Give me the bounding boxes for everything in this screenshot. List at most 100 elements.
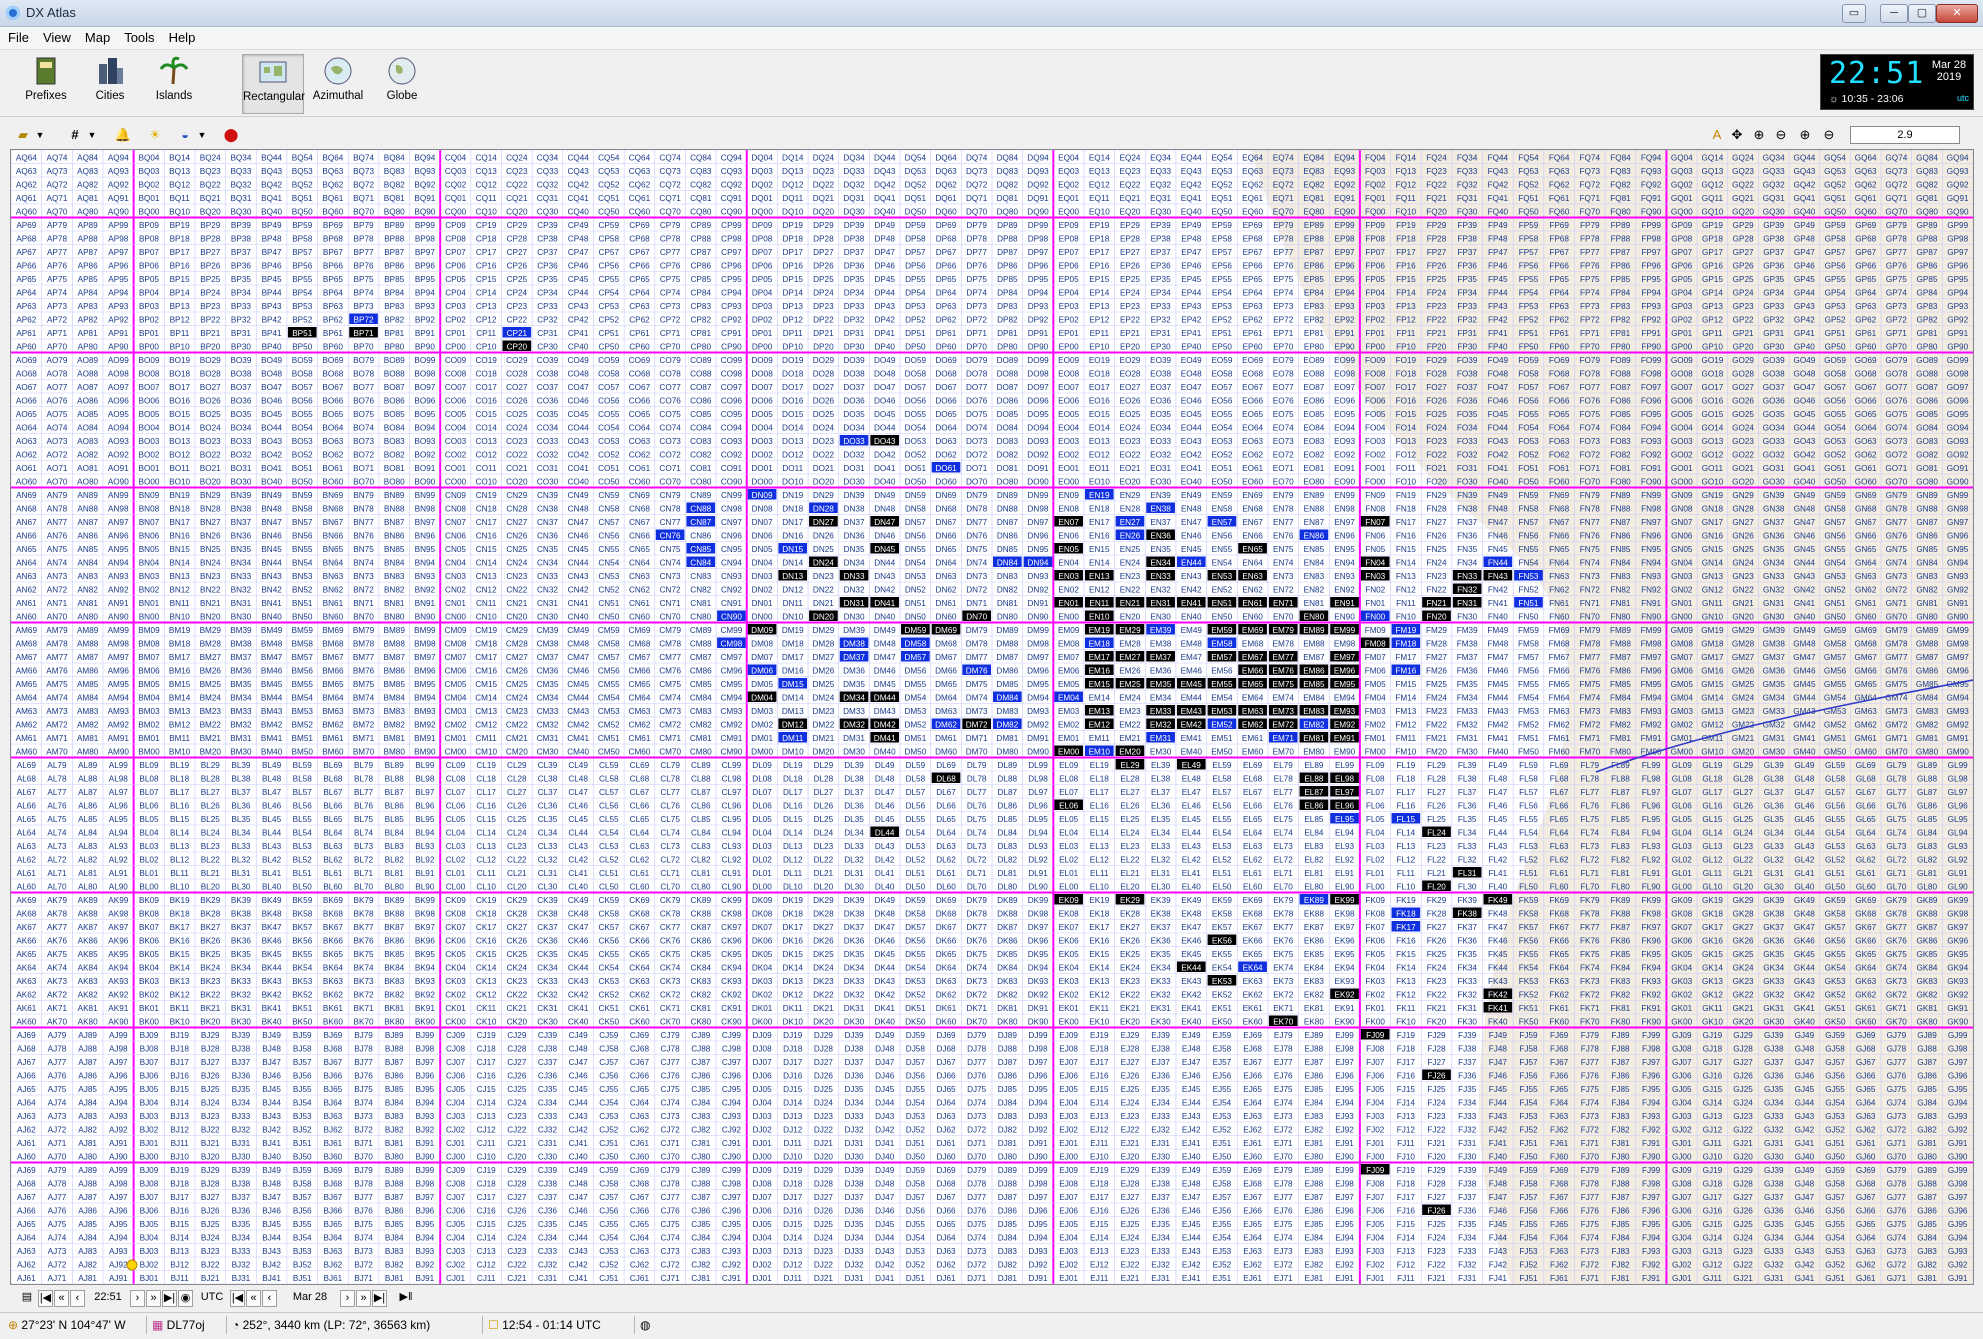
- grid-square-label: CM88: [690, 639, 712, 648]
- grid-square-label: AQ80: [77, 207, 98, 216]
- menu-tools[interactable]: Tools: [116, 27, 160, 45]
- grid-square-label: DK99: [1028, 896, 1049, 905]
- grid-square-label: DN37: [844, 518, 865, 527]
- grid-square-label: FK35: [1457, 950, 1477, 959]
- grid-square-label: DM14: [782, 693, 804, 702]
- grid-square-label: FN69: [1549, 491, 1569, 500]
- menu-file[interactable]: File: [0, 27, 35, 45]
- grid-square-label: CO58: [598, 369, 620, 378]
- grid-square-label: FP03: [1365, 302, 1385, 311]
- menu-view[interactable]: View: [35, 27, 77, 45]
- grid-square-label: GJ56: [1825, 1071, 1845, 1080]
- zoom-out-icon[interactable]: ⊖: [1772, 126, 1790, 144]
- menu-help[interactable]: Help: [161, 27, 202, 45]
- grid-square-label: FK71: [1580, 1004, 1600, 1013]
- grid-square-label: CO87: [690, 383, 712, 392]
- map-canvas[interactable]: AQ64 AQ74 AQ84 AQ94 BQ04 BQ14 BQ24 BQ34 BQ44 BQ54…: [11, 150, 1973, 1284]
- grid-square-label: DK36: [844, 936, 865, 945]
- menu-map[interactable]: Map: [77, 27, 116, 45]
- grid-square-label: BM81: [384, 734, 406, 743]
- grid-square-label: FM24: [1426, 693, 1447, 702]
- grid-square-label: GL86: [1917, 801, 1937, 810]
- grid-square-label: CP81: [691, 329, 712, 338]
- grid-square-label: EQ03: [1058, 167, 1079, 176]
- grid-square-label: BJ47: [262, 1058, 281, 1067]
- grid-square-label: GQ83: [1916, 167, 1938, 176]
- grid-square-label: EM32: [1150, 720, 1172, 729]
- pin-icon[interactable]: ⬤: [222, 126, 240, 144]
- grid-square-label: BO01: [138, 464, 159, 473]
- font-icon[interactable]: A: [1708, 126, 1726, 144]
- grid-square-label: EJ81: [1305, 1139, 1324, 1148]
- label-dropdown-icon[interactable]: ▼: [34, 126, 46, 144]
- grid-square-label: EP89: [1304, 221, 1324, 230]
- grid-square-label: BQ10: [169, 207, 190, 216]
- label-icon[interactable]: ▰: [14, 126, 32, 144]
- grid-square-label: FM11: [1396, 734, 1417, 743]
- grid-square-label: CP55: [599, 275, 620, 284]
- grid-square-label: EO36: [1150, 396, 1171, 405]
- grid-square-label: DQ42: [874, 180, 896, 189]
- close-button[interactable]: ✕: [1936, 4, 1978, 23]
- prefixes-button[interactable]: Prefixes: [16, 54, 76, 112]
- minimize-button[interactable]: ─: [1880, 4, 1908, 23]
- grid-square-label: GN57: [1824, 518, 1846, 527]
- bell-icon[interactable]: 🔔: [114, 126, 132, 144]
- grid-square-label: AK81: [78, 1004, 98, 1013]
- grid-icon[interactable]: #: [66, 126, 84, 144]
- grid-square-label: BQ53: [292, 167, 313, 176]
- grid-square-label: BO96: [414, 396, 435, 405]
- grid-square-label: CK78: [660, 909, 681, 918]
- grid-square-label: BO50: [292, 477, 313, 486]
- grid-square-label: FO17: [1396, 383, 1417, 392]
- globe-button[interactable]: Globe: [372, 54, 432, 112]
- islands-button[interactable]: Islands: [144, 54, 204, 112]
- grid-square-label: GP85: [1917, 275, 1938, 284]
- grid-square-label: DJ06: [753, 1071, 773, 1080]
- grid-square-label: DL05: [752, 815, 772, 824]
- zoom-out-more-icon[interactable]: ⊖: [1820, 126, 1838, 144]
- grid-square-map[interactable]: AQ64 AQ74 AQ84 AQ94 BQ04 BQ14 BQ24 BQ34 BQ44 BQ54…: [10, 149, 1974, 1285]
- grid-square-label: FN18: [1396, 504, 1416, 513]
- grid-square-label: CL55: [599, 815, 619, 824]
- grid-square-label: CP16: [476, 261, 497, 270]
- grid-square-label: CM50: [598, 747, 620, 756]
- azimuthal-button[interactable]: Azimuthal: [308, 54, 368, 112]
- maximize-button[interactable]: ▢: [1908, 4, 1936, 23]
- grid-square-label: BK90: [415, 1017, 435, 1026]
- rectangular-button[interactable]: Rectangular: [242, 54, 305, 114]
- grid-square-label: FQ22: [1426, 180, 1447, 189]
- grid-square-label: BP80: [384, 342, 404, 351]
- grid-square-label: DK94: [1028, 963, 1049, 972]
- grid-square-label: EO80: [1303, 477, 1324, 486]
- zoom-input[interactable]: 2.9: [1850, 126, 1960, 144]
- grid-square-label: BL82: [385, 855, 405, 864]
- pan-icon[interactable]: ✥: [1728, 126, 1746, 144]
- grid-square-label: BK97: [415, 923, 435, 932]
- zoom-in-icon[interactable]: ⊕: [1750, 126, 1768, 144]
- grid-square-label: EM05: [1058, 680, 1080, 689]
- zoom-in-more-icon[interactable]: ⊕: [1796, 126, 1814, 144]
- grid-dropdown-icon[interactable]: ▼: [86, 126, 98, 144]
- grid-square-label: BJ10: [170, 1152, 189, 1161]
- grid-square-label: BK16: [170, 936, 190, 945]
- grid-square-label: GL43: [1794, 842, 1814, 851]
- grid-square-label: CK80: [691, 1017, 712, 1026]
- restore-small-icon[interactable]: ▭: [1842, 4, 1866, 23]
- grid-square-label: EM60: [1242, 747, 1264, 756]
- grid-square-label: CO53: [598, 437, 620, 446]
- grid-square-label: FM47: [1487, 653, 1508, 662]
- grid-square-label: CK85: [691, 950, 712, 959]
- grid-square-label: EN00: [1058, 612, 1079, 621]
- sun-toggle-icon[interactable]: ☀: [146, 126, 164, 144]
- grid-square-label: FK41: [1488, 1004, 1508, 1013]
- grid-square-label: DJ91: [1028, 1139, 1048, 1148]
- grid-square-label: DM68: [935, 639, 957, 648]
- propagation-dropdown-icon[interactable]: ▼: [196, 126, 208, 144]
- grid-square-label: FK96: [1641, 936, 1661, 945]
- grid-square-label: FM12: [1395, 720, 1416, 729]
- propagation-icon[interactable]: ◒: [176, 126, 194, 144]
- cities-button[interactable]: Cities: [80, 54, 140, 112]
- grid-square-label: AK89: [78, 896, 98, 905]
- grid-square-label: CO00: [445, 477, 467, 486]
